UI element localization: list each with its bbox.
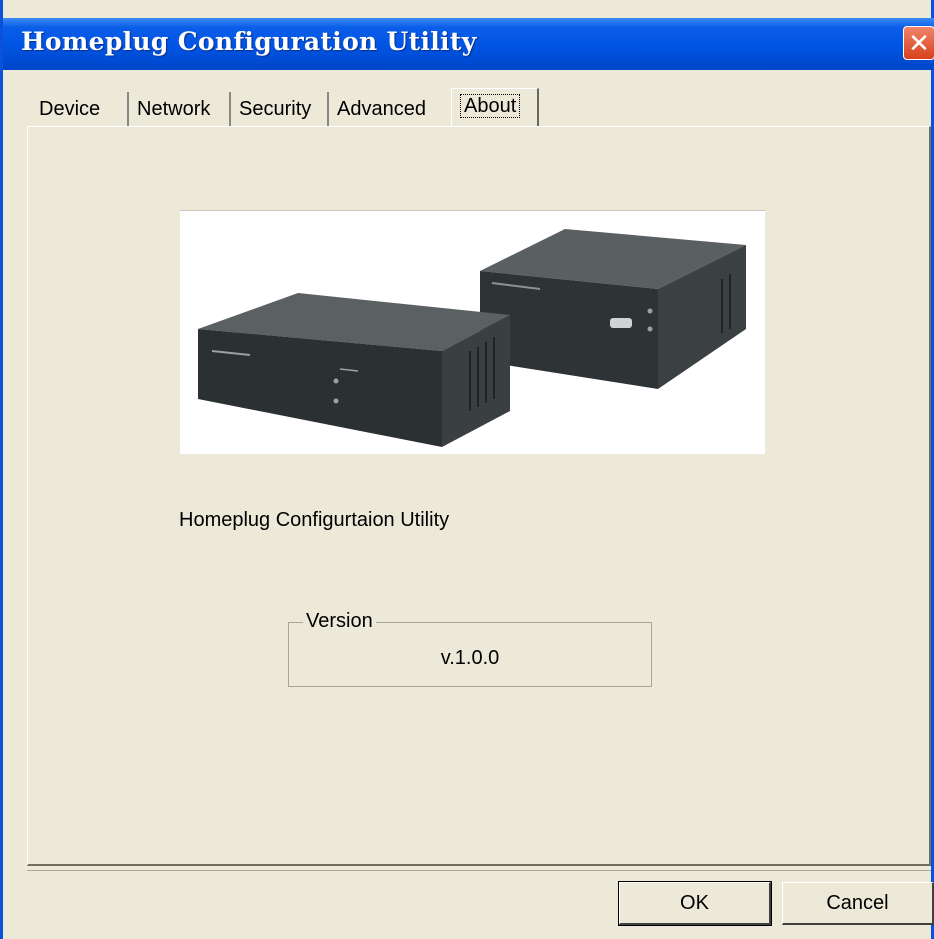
tab-about[interactable]: About xyxy=(451,88,539,126)
title-bar[interactable]: Homeplug Configuration Utility ✕ xyxy=(3,18,934,70)
version-value: v.1.0.0 xyxy=(440,647,500,669)
tab-security[interactable]: Security xyxy=(231,92,329,126)
window-title: Homeplug Configuration Utility xyxy=(21,27,477,56)
product-name-label: Homeplug Configurtaion Utility xyxy=(179,509,450,531)
close-button[interactable]: ✕ xyxy=(903,26,934,60)
homeplug-adapters-illustration xyxy=(198,229,746,447)
close-icon: ✕ xyxy=(908,28,930,58)
tab-network[interactable]: Network xyxy=(129,92,231,126)
version-legend: Version xyxy=(303,610,376,633)
cancel-button[interactable]: Cancel xyxy=(782,882,934,925)
tab-device[interactable]: Device xyxy=(31,92,129,126)
ok-button[interactable]: OK xyxy=(618,881,772,926)
dialog-window: Homeplug Configuration Utility ✕ Device … xyxy=(0,0,934,939)
tab-advanced[interactable]: Advanced xyxy=(329,92,453,126)
product-image xyxy=(180,210,765,454)
version-group-box: Version v.1.0.0 xyxy=(288,610,652,687)
footer-divider xyxy=(27,870,931,871)
